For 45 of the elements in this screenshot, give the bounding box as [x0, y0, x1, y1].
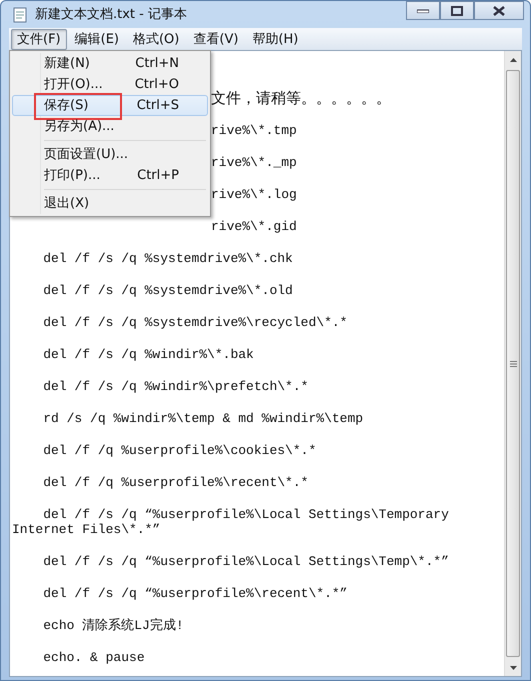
text-line: rive%\*.gid — [211, 219, 297, 234]
minimize-button[interactable] — [406, 1, 440, 20]
maximize-button[interactable] — [440, 1, 474, 20]
scroll-down-icon[interactable] — [510, 666, 516, 670]
menu-item[interactable]: 新建(N) Ctrl+N — [12, 53, 208, 74]
text-line: del /f /q %userprofile%\recent\*.* — [42, 475, 308, 490]
minimize-icon — [417, 8, 429, 12]
text-line: echo. & pause — [42, 650, 145, 665]
close-button[interactable] — [474, 1, 524, 20]
window-title: 新建文本文档.txt - 记事本 — [35, 6, 187, 24]
text-line: del /f /s /q “%userprofile%\Local Settings\Temporary Internet Files\*.*” — [12, 507, 450, 537]
text-line: rive%\*._mp — [211, 155, 297, 170]
text-line: rive%\*.tmp — [211, 123, 297, 138]
menu-item[interactable]: 查看(V) — [187, 28, 244, 50]
shortcut-label: Ctrl+N — [135, 56, 180, 71]
menu-item[interactable]: 退出(X) — [12, 193, 208, 214]
text-line: rive%\*.log — [211, 187, 297, 202]
text-line: del /f /s /q %windir%\*.bak — [42, 347, 254, 362]
menu-item[interactable]: 格式(O) — [126, 28, 186, 50]
scroll-up-icon[interactable] — [510, 58, 516, 62]
menu-item[interactable]: 打印(P)... Ctrl+P — [12, 165, 208, 186]
scrollbar[interactable] — [504, 51, 521, 676]
text-line: rd /s /q %windir%\temp & md %windir%\temp — [42, 411, 364, 426]
close-icon — [493, 6, 505, 16]
text-line: 文件，请稍等。。。。。。 — [211, 91, 391, 106]
text-line: del /f /s /q %windir%\prefetch\*.* — [42, 379, 308, 394]
text-line: del /f /s /q %systemdrive%\*.chk — [42, 251, 293, 266]
shortcut-label: Ctrl+O — [134, 77, 180, 92]
menu-item[interactable]: 文件(F) — [11, 28, 67, 50]
menu-item[interactable]: 另存为(A)... — [12, 116, 208, 137]
text-line: del /f /s /q %systemdrive%\recycled\*.* — [42, 315, 348, 330]
shortcut-label: Ctrl+S — [136, 98, 180, 113]
menu-item[interactable]: 页面设置(U)... — [12, 144, 208, 165]
text-line: echo 清除系统LJ完成! — [42, 618, 184, 633]
maximize-icon — [451, 6, 463, 16]
text-line: del /f /q %userprofile%\cookies\*.* — [42, 443, 316, 458]
notepad-icon — [13, 6, 27, 22]
menu-item[interactable]: 打开(O)... Ctrl+O — [12, 74, 208, 95]
text-line: del /f /s /q “%userprofile%\Local Settings\Temp\*.*” — [42, 554, 449, 569]
shortcut-label: Ctrl+P — [137, 168, 180, 183]
text-line: del /f /s /q %systemdrive%\*.old — [42, 283, 293, 298]
scroll-thumb[interactable] — [506, 70, 520, 657]
menu-item[interactable]: 帮助(H) — [246, 28, 304, 50]
menu-item[interactable]: 编辑(E) — [68, 28, 125, 50]
text-line: del /f /s /q “%userprofile%\recent\*.*” — [42, 586, 348, 601]
